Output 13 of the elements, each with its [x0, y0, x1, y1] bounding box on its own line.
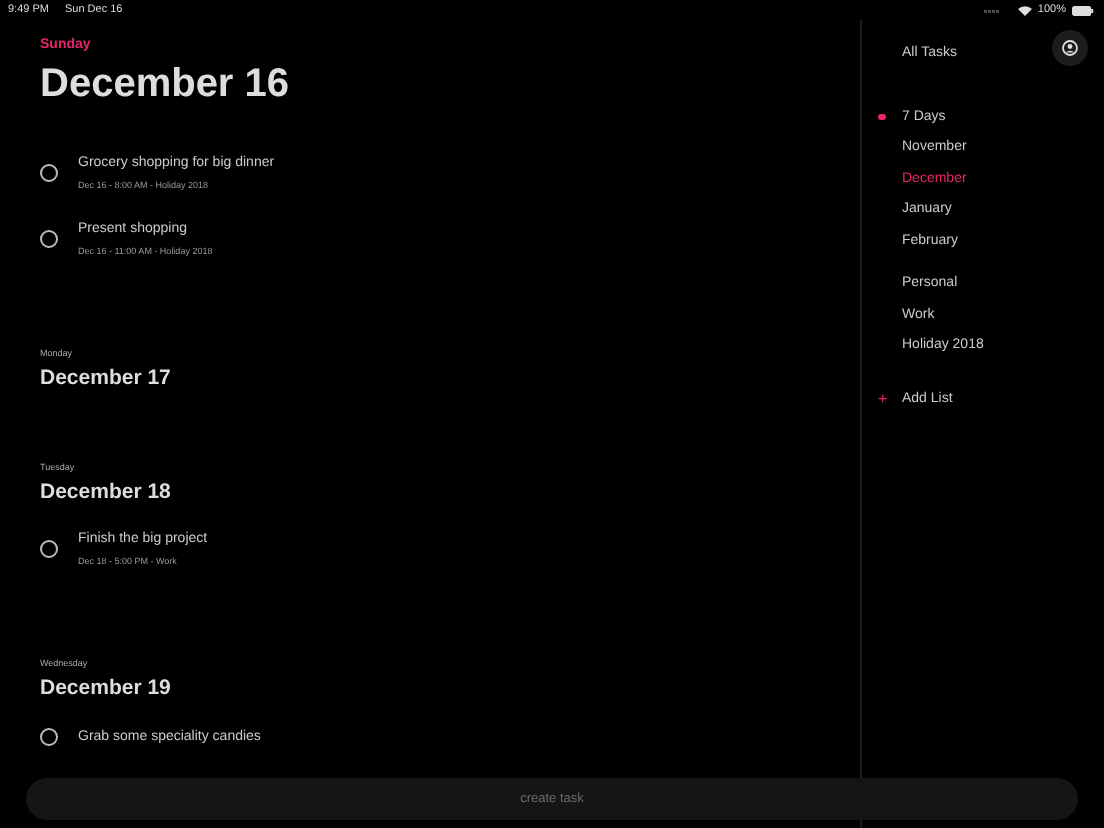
- day-title: December 16: [40, 62, 292, 108]
- task-checkbox[interactable]: [40, 164, 58, 182]
- day-title: December 18: [40, 480, 173, 504]
- user-icon: [1062, 40, 1078, 56]
- battery-icon: [1072, 5, 1094, 15]
- task-checkbox[interactable]: [40, 728, 58, 746]
- day-title: December 17: [40, 366, 173, 390]
- signal-icon: [983, 7, 1002, 13]
- task-checkbox[interactable]: [40, 540, 58, 558]
- day-title: December 19: [40, 676, 173, 700]
- profile-button[interactable]: [1052, 30, 1088, 66]
- task-checkbox[interactable]: [40, 230, 58, 248]
- wifi-icon: [1017, 5, 1032, 15]
